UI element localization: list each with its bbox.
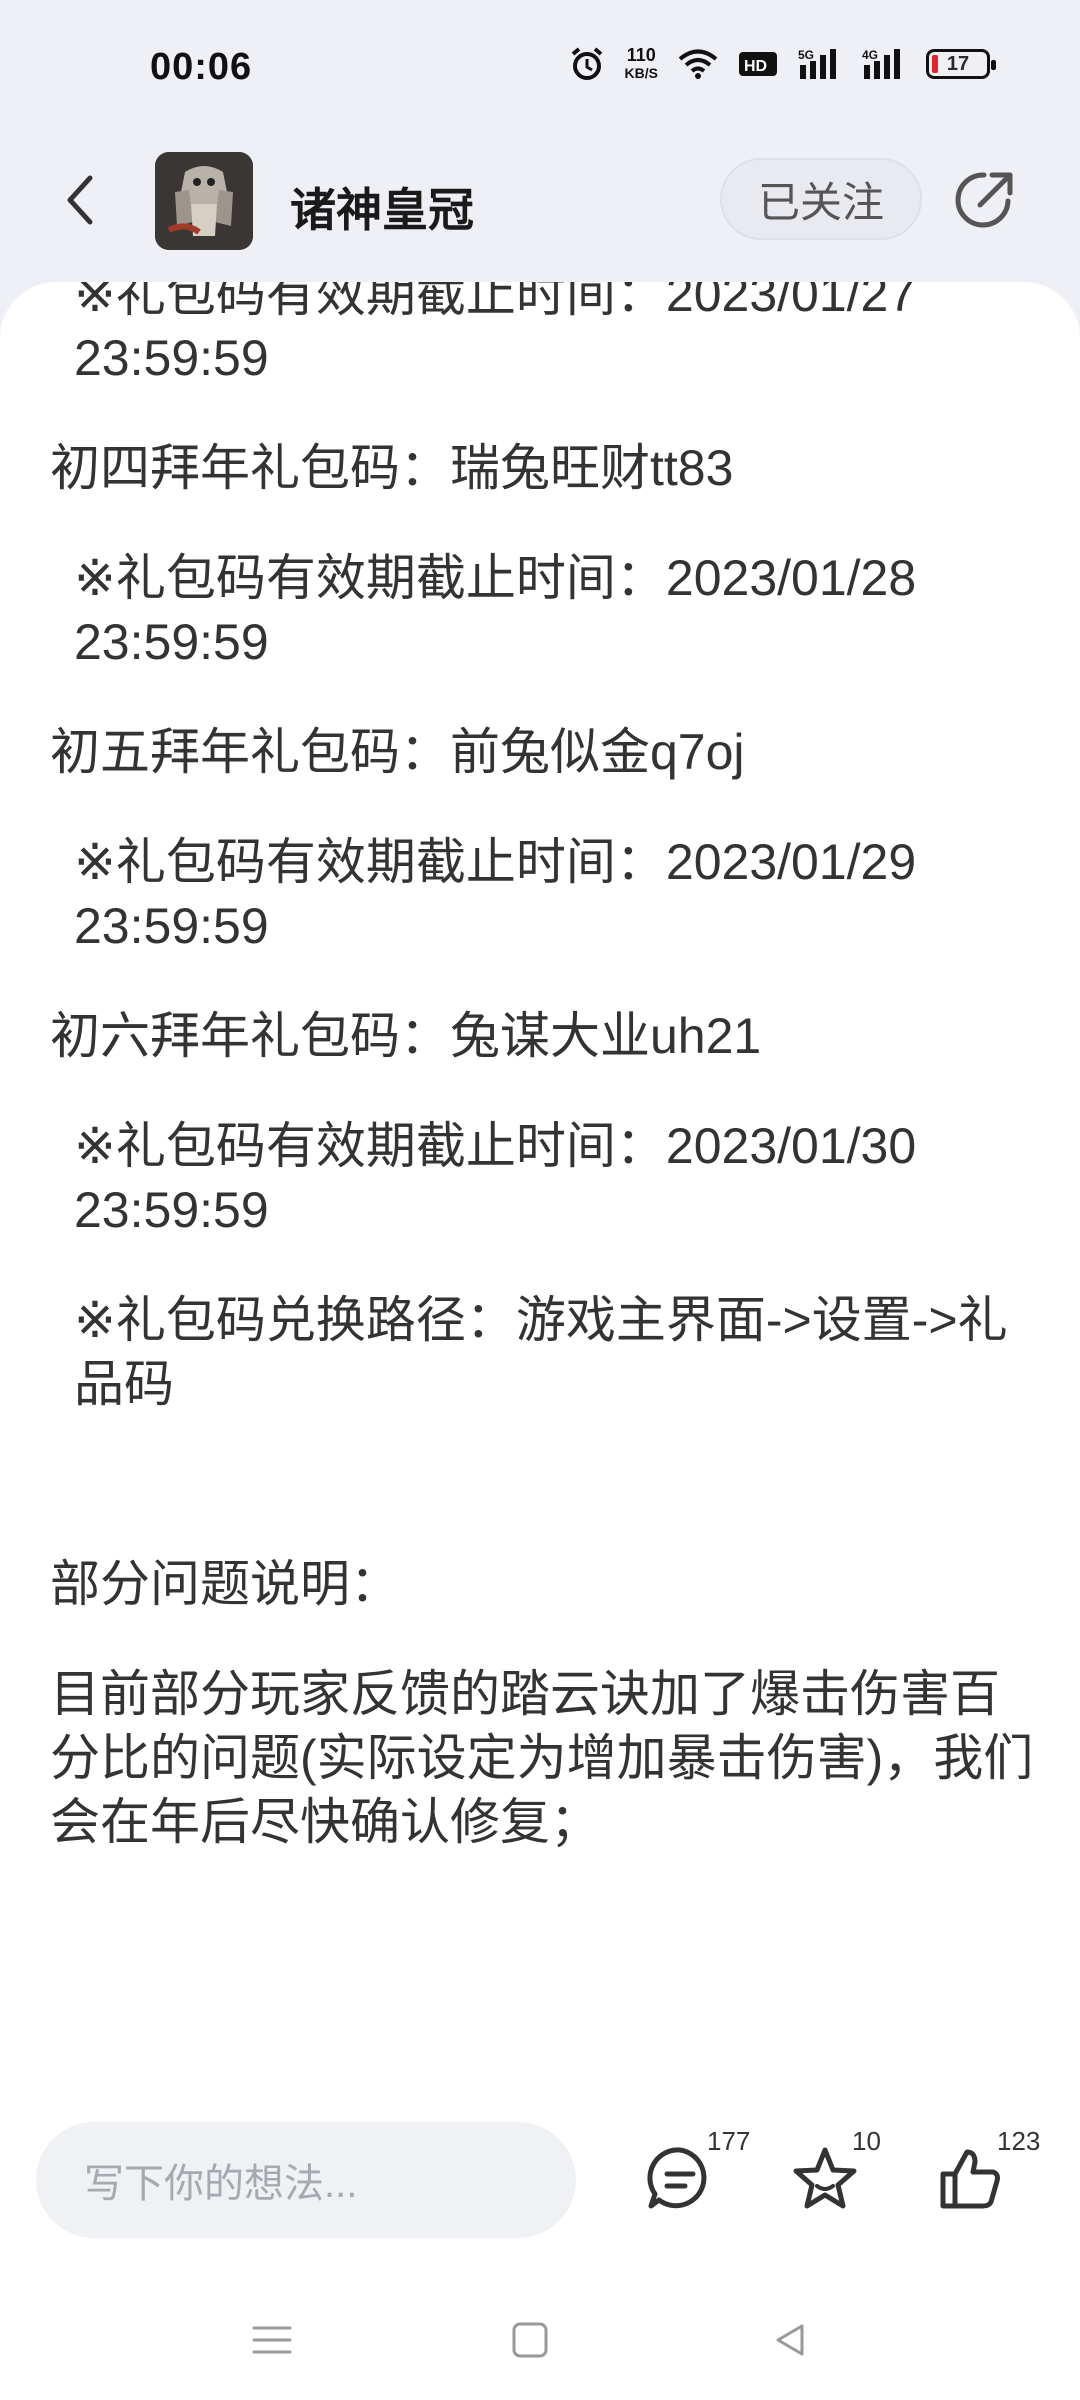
- net-speed: 110 KB/S: [625, 46, 658, 82]
- article-paragraph: ※礼包码有效期截止时间：2023/01/30 23:59:59: [74, 1118, 917, 1238]
- comment-count: 177: [707, 2126, 751, 2156]
- menu-icon: [252, 2326, 292, 2354]
- content-fade: [0, 2032, 1080, 2092]
- status-icons: 110 KB/S HD 5G 4G 17: [569, 46, 996, 82]
- article-paragraph: ※礼包码有效期截止时间：2023/01/29 23:59:59: [74, 834, 917, 954]
- thumbs-up-icon: [940, 2149, 1000, 2209]
- system-nav-bar: [0, 2272, 1080, 2400]
- article-paragraph: 部分问题说明：: [50, 1556, 400, 1612]
- signal-5g-icon: 5G: [798, 48, 836, 79]
- comment-icon: [647, 2147, 707, 2209]
- nav-home-button[interactable]: [500, 2310, 560, 2370]
- article-paragraph: 初五拜年礼包码：前兔似金q7oj: [50, 724, 745, 780]
- alarm-icon: [571, 47, 602, 80]
- article-paragraph: 初四拜年礼包码：瑞兔旺财tt83: [50, 440, 734, 496]
- star-icon: [793, 2147, 857, 2209]
- like-count: 123: [997, 2126, 1041, 2156]
- svg-text:HD: HD: [744, 58, 767, 75]
- share-button[interactable]: [950, 165, 1020, 235]
- signal-4g-icon: 4G: [862, 48, 900, 79]
- net-speed-unit: KB/S: [624, 65, 658, 81]
- game-avatar[interactable]: [155, 152, 253, 250]
- article-body: ※礼包码有效期截止时间：2023/01/27 23:59:59 初四拜年礼包码：…: [50, 282, 1040, 1900]
- battery-level: 17: [946, 52, 970, 75]
- follow-button[interactable]: 已关注: [720, 158, 922, 240]
- like-button[interactable]: 123: [935, 2126, 1040, 2222]
- wifi-icon: [678, 49, 718, 79]
- back-arrow-icon: [67, 175, 93, 225]
- game-name[interactable]: 诸神皇冠: [290, 174, 474, 240]
- share-icon: [955, 172, 1013, 228]
- status-bar: 00:06 110 KB/S HD 5G 4G 17: [0, 0, 1080, 140]
- clock: 00:06: [150, 46, 253, 88]
- article-paragraph: ※礼包码有效期截止时间：2023/01/27 23:59:59: [74, 282, 917, 386]
- nav-back-button[interactable]: [760, 2310, 820, 2370]
- favorite-button[interactable]: 10: [790, 2126, 881, 2222]
- action-bar: 写下你的想法... 177 10 123: [0, 2092, 1080, 2272]
- article-paragraph: ※礼包码兑换路径：游戏主界面->设置->礼品码: [74, 1292, 1008, 1412]
- comment-input[interactable]: 写下你的想法...: [36, 2122, 576, 2238]
- hd-icon: HD: [739, 52, 777, 76]
- post-header: 诸神皇冠 已关注: [0, 140, 1080, 260]
- comment-button[interactable]: 177: [645, 2126, 750, 2222]
- article-paragraph: 目前部分玩家反馈的踏云诀加了爆击伤害百分比的问题(实际设定为增加暴击伤害)，我们…: [50, 1666, 1034, 1850]
- article-paragraph: ※礼包码有效期截止时间：2023/01/28 23:59:59: [74, 550, 917, 670]
- net-speed-value: 110: [626, 45, 656, 65]
- square-home-icon: [512, 2322, 548, 2358]
- back-button[interactable]: [50, 170, 110, 230]
- battery-icon: 17: [926, 49, 996, 79]
- article-paragraph: 初六拜年礼包码：兔谋大业uh21: [50, 1008, 762, 1064]
- triangle-back-icon: [776, 2324, 804, 2356]
- favorite-count: 10: [852, 2126, 881, 2156]
- svg-text:5G: 5G: [798, 48, 814, 62]
- nav-menu-button[interactable]: [242, 2310, 302, 2370]
- svg-text:4G: 4G: [862, 48, 878, 62]
- post-content: ※礼包码有效期截止时间：2023/01/27 23:59:59 初四拜年礼包码：…: [0, 282, 1080, 2092]
